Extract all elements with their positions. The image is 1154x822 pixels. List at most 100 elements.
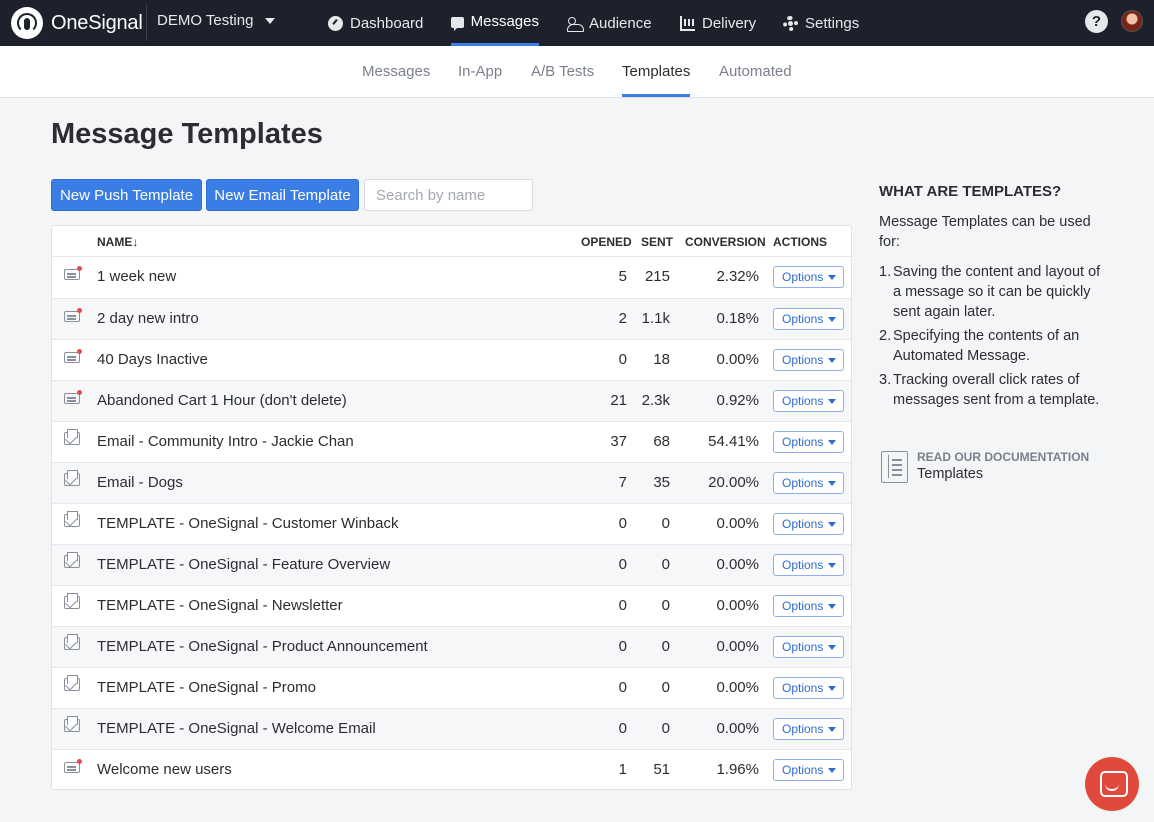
list-text: Tracking overall click rates of messages…	[893, 372, 1100, 408]
sent-count: 35	[653, 474, 670, 491]
opened-count: 21	[610, 392, 627, 409]
options-dropdown-button[interactable]: Options	[773, 390, 844, 412]
onesignal-logo[interactable]: OneSignal	[11, 7, 143, 39]
conversion-rate: 20.00%	[708, 474, 759, 491]
sent-count: 1.1k	[641, 310, 670, 327]
template-name[interactable]: 2 day new intro	[97, 310, 199, 327]
sidebar-intro: Message Templates can be used for:	[879, 214, 1091, 250]
options-dropdown-button[interactable]: Options	[773, 595, 844, 617]
table-row[interactable]: Welcome new users 1 51 1.96% Options	[52, 749, 851, 789]
app-selector[interactable]: DEMO Testing	[157, 12, 276, 29]
column-header-conversion[interactable]: CONVERSION	[685, 235, 766, 249]
template-name[interactable]: TEMPLATE - OneSignal - Customer Winback	[97, 515, 398, 532]
tab-automated[interactable]: Automated	[719, 46, 792, 97]
nav-audience[interactable]: Audience	[567, 0, 652, 46]
template-name[interactable]: TEMPLATE - OneSignal - Product Announcem…	[97, 638, 428, 655]
template-name[interactable]: Welcome new users	[97, 761, 232, 778]
options-label: Options	[782, 599, 824, 613]
list-number: 3.	[879, 372, 892, 388]
template-name[interactable]: TEMPLATE - OneSignal - Promo	[97, 679, 316, 696]
options-dropdown-button[interactable]: Options	[773, 431, 844, 453]
onesignal-logo-icon	[11, 7, 43, 39]
page-title: Message Templates	[51, 118, 323, 150]
caret-down-icon	[828, 275, 836, 280]
conversion-rate: 0.00%	[716, 556, 759, 573]
caret-down-icon	[828, 604, 836, 609]
table-row[interactable]: Abandoned Cart 1 Hour (don't delete) 21 2.…	[52, 380, 851, 421]
options-label: Options	[782, 640, 824, 654]
table-row[interactable]: TEMPLATE - OneSignal - Welcome Email 0 0 0.…	[52, 708, 851, 749]
chat-support-button[interactable]	[1085, 757, 1139, 811]
documentation-link[interactable]: Templates	[917, 466, 983, 482]
caret-down-icon	[828, 686, 836, 691]
conversion-rate: 0.92%	[716, 392, 759, 409]
opened-count: 7	[618, 474, 627, 491]
table-header: NAME↓ OPENED SENT CONVERSION ACTIONS	[52, 226, 851, 257]
table-row[interactable]: 40 Days Inactive 0 18 0.00% Options	[52, 339, 851, 380]
template-name[interactable]: 1 week new	[97, 268, 176, 285]
options-dropdown-button[interactable]: Options	[773, 677, 844, 699]
search-input[interactable]	[364, 179, 533, 211]
nav-messages[interactable]: Messages	[451, 0, 539, 46]
template-name[interactable]: TEMPLATE - OneSignal - Newsletter	[97, 597, 343, 614]
tab-messages[interactable]: Messages	[362, 46, 430, 97]
caret-down-icon	[828, 440, 836, 445]
options-dropdown-button[interactable]: Options	[773, 636, 844, 658]
template-name[interactable]: Email - Dogs	[97, 474, 183, 491]
nav-settings[interactable]: Settings	[783, 0, 859, 46]
caret-down-icon	[828, 522, 836, 527]
options-dropdown-button[interactable]: Options	[773, 472, 844, 494]
options-dropdown-button[interactable]: Options	[773, 308, 844, 330]
conversion-rate: 0.00%	[716, 638, 759, 655]
sent-count: 68	[653, 433, 670, 450]
table-row[interactable]: Email - Community Intro - Jackie Chan 37 6…	[52, 421, 851, 462]
tab-in-app[interactable]: In-App	[458, 46, 502, 97]
sent-count: 18	[653, 351, 670, 368]
templates-table: NAME↓ OPENED SENT CONVERSION ACTIONS 1 w…	[51, 225, 852, 790]
table-row[interactable]: 2 day new intro 2 1.1k 0.18% Options	[52, 298, 851, 339]
opened-count: 1	[618, 761, 627, 778]
tab-templates[interactable]: Templates	[622, 46, 690, 97]
table-row[interactable]: TEMPLATE - OneSignal - Feature Overview 0…	[52, 544, 851, 585]
options-dropdown-button[interactable]: Options	[773, 554, 844, 576]
sent-count: 0	[661, 556, 670, 573]
caret-down-icon	[828, 768, 836, 773]
column-header-sent[interactable]: SENT	[641, 235, 673, 249]
new-push-template-button[interactable]: New Push Template	[51, 179, 202, 211]
push-template-icon	[64, 759, 82, 773]
options-dropdown-button[interactable]: Options	[773, 349, 844, 371]
options-dropdown-button[interactable]: Options	[773, 513, 844, 535]
column-header-name[interactable]: NAME↓	[97, 235, 138, 249]
nav-delivery[interactable]: Delivery	[680, 0, 756, 46]
list-text: Specifying the contents of an Automated …	[893, 328, 1080, 364]
tab-ab-tests[interactable]: A/B Tests	[531, 46, 594, 97]
email-template-icon	[64, 716, 80, 732]
table-row[interactable]: 1 week new 5 215 2.32% Options	[52, 257, 851, 298]
template-name[interactable]: Abandoned Cart 1 Hour (don't delete)	[97, 392, 347, 409]
template-name[interactable]: Email - Community Intro - Jackie Chan	[97, 433, 354, 450]
template-name[interactable]: TEMPLATE - OneSignal - Welcome Email	[97, 720, 376, 737]
template-name[interactable]: TEMPLATE - OneSignal - Feature Overview	[97, 556, 390, 573]
nav-dashboard[interactable]: Dashboard	[328, 0, 423, 46]
new-email-template-button[interactable]: New Email Template	[206, 179, 359, 211]
email-template-icon	[64, 470, 80, 486]
options-label: Options	[782, 558, 824, 572]
table-row[interactable]: TEMPLATE - OneSignal - Product Announcem…	[52, 626, 851, 667]
sent-count: 2.3k	[641, 392, 670, 409]
column-header-actions: ACTIONS	[773, 235, 827, 249]
opened-count: 37	[610, 433, 627, 450]
template-name[interactable]: 40 Days Inactive	[97, 351, 208, 368]
table-row[interactable]: TEMPLATE - OneSignal - Newsletter 0 0 0.00%…	[52, 585, 851, 626]
documentation-book-icon	[881, 451, 908, 483]
table-row[interactable]: TEMPLATE - OneSignal - Customer Winback 0…	[52, 503, 851, 544]
help-button[interactable]: ?	[1085, 10, 1108, 33]
column-header-opened[interactable]: OPENED	[581, 235, 632, 249]
table-row[interactable]: TEMPLATE - OneSignal - Promo 0 0 0.00% Optio…	[52, 667, 851, 708]
options-dropdown-button[interactable]: Options	[773, 266, 844, 288]
options-dropdown-button[interactable]: Options	[773, 759, 844, 781]
table-row[interactable]: Email - Dogs 7 35 20.00% Options	[52, 462, 851, 503]
caret-down-icon	[828, 563, 836, 568]
email-template-icon	[64, 593, 80, 609]
user-avatar[interactable]	[1121, 10, 1143, 32]
options-dropdown-button[interactable]: Options	[773, 718, 844, 740]
